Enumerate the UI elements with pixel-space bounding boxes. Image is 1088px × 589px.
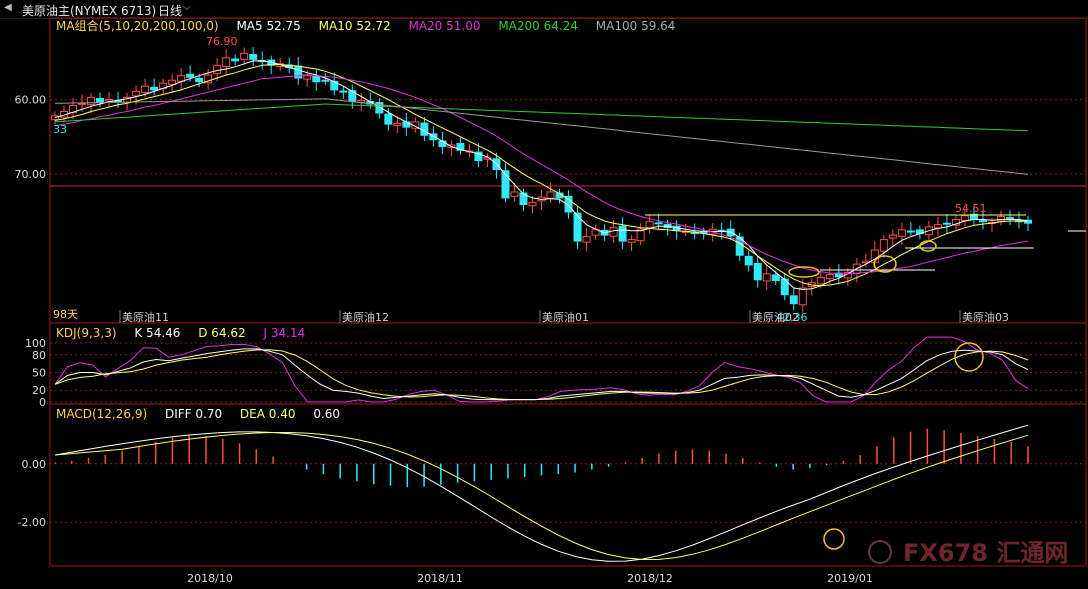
days-label: 98天 [53, 308, 78, 321]
candle-body [393, 122, 402, 126]
chart-frame [49, 17, 1087, 567]
candle-body [546, 191, 555, 199]
candle-body [240, 52, 249, 60]
candle-body [186, 73, 195, 78]
ma100-line [54, 98, 1029, 175]
candle-body [195, 77, 204, 83]
candle-body [321, 79, 330, 82]
kdj-j-line [54, 336, 1029, 403]
candle-body [168, 79, 177, 85]
candle-body [573, 212, 582, 242]
kdj-k-line [54, 348, 1029, 401]
candle-body [798, 287, 807, 306]
contract-label: 美原油01 [542, 310, 589, 324]
x-axis-label: 2019/01 [827, 572, 873, 585]
candle-body [339, 90, 348, 93]
ma10-line [54, 64, 1028, 287]
candle-body [825, 274, 834, 280]
candle-body [645, 221, 654, 229]
candle-body [897, 229, 906, 237]
candle-body [762, 273, 771, 282]
candle-body [744, 255, 753, 266]
candle-body [348, 90, 357, 102]
highlight-circle [823, 528, 845, 550]
candle-body [528, 201, 537, 207]
candle-body [627, 239, 636, 243]
highlight-ellipse [919, 240, 937, 252]
moving-averages [54, 60, 1029, 291]
ma200-line [54, 103, 1029, 132]
highlight-circle [954, 342, 984, 372]
macd-y-label: 0.00 [22, 458, 47, 471]
candle-body [96, 97, 105, 104]
recent-high-label: 54.51 [955, 202, 987, 215]
candle-body [249, 54, 258, 60]
candle-body [816, 277, 825, 285]
x-axis-label: 2018/10 [187, 572, 233, 585]
candle-body [78, 102, 87, 105]
candle-body [879, 239, 888, 252]
candle-body [618, 225, 627, 242]
candle-body [996, 216, 1005, 222]
candle-body [141, 85, 150, 94]
watermark-logo-icon [868, 540, 892, 564]
candle-body [771, 274, 780, 282]
candle-body [312, 75, 321, 83]
candle-body [357, 99, 366, 103]
kdj-y-label: 50 [32, 367, 46, 380]
candlestick-series [51, 47, 1032, 313]
candle-body [906, 230, 915, 233]
watermark-text: FX678 汇通网 [903, 539, 1068, 567]
left-edge-label: 33 [53, 123, 67, 136]
candle-body [384, 113, 393, 125]
candle-body [942, 222, 951, 225]
high-label: 76.90 [206, 35, 238, 48]
chart-canvas[interactable]: 76.9042.3654.513398天 美原油11 美原油12 美原油01 美原油02… [0, 0, 1088, 589]
candle-body [222, 57, 231, 67]
x-axis-label: 2018/11 [417, 572, 463, 585]
kdj-d-line [54, 349, 1029, 401]
price-y-label: 60.00 [15, 94, 47, 107]
candle-body [978, 220, 987, 223]
candle-body [150, 86, 159, 91]
contract-label: 美原油12 [342, 310, 389, 324]
macd-y-label: -2.00 [18, 516, 46, 529]
candle-body [510, 191, 519, 197]
candle-body [105, 99, 114, 102]
contract-label: 美原油03 [962, 310, 1009, 324]
candle-body [231, 58, 240, 62]
candle-body [789, 295, 798, 305]
candle-body [213, 64, 222, 75]
contract-label: 美原油02 [752, 310, 799, 324]
candle-body [654, 222, 663, 225]
contract-label: 美原油11 [122, 310, 169, 324]
candle-body [609, 227, 618, 237]
candle-body [132, 90, 141, 97]
kdj-y-label: 0 [39, 396, 46, 409]
ma5-line [54, 60, 1029, 291]
x-axis-label: 2018/12 [627, 572, 673, 585]
candle-body [753, 262, 762, 281]
candle-body [87, 96, 96, 105]
kdj-y-label: 80 [32, 349, 46, 362]
candle-body [888, 234, 897, 239]
candle-body [582, 236, 591, 243]
candle-body [960, 215, 969, 222]
price-y-label: 70.00 [15, 168, 47, 181]
